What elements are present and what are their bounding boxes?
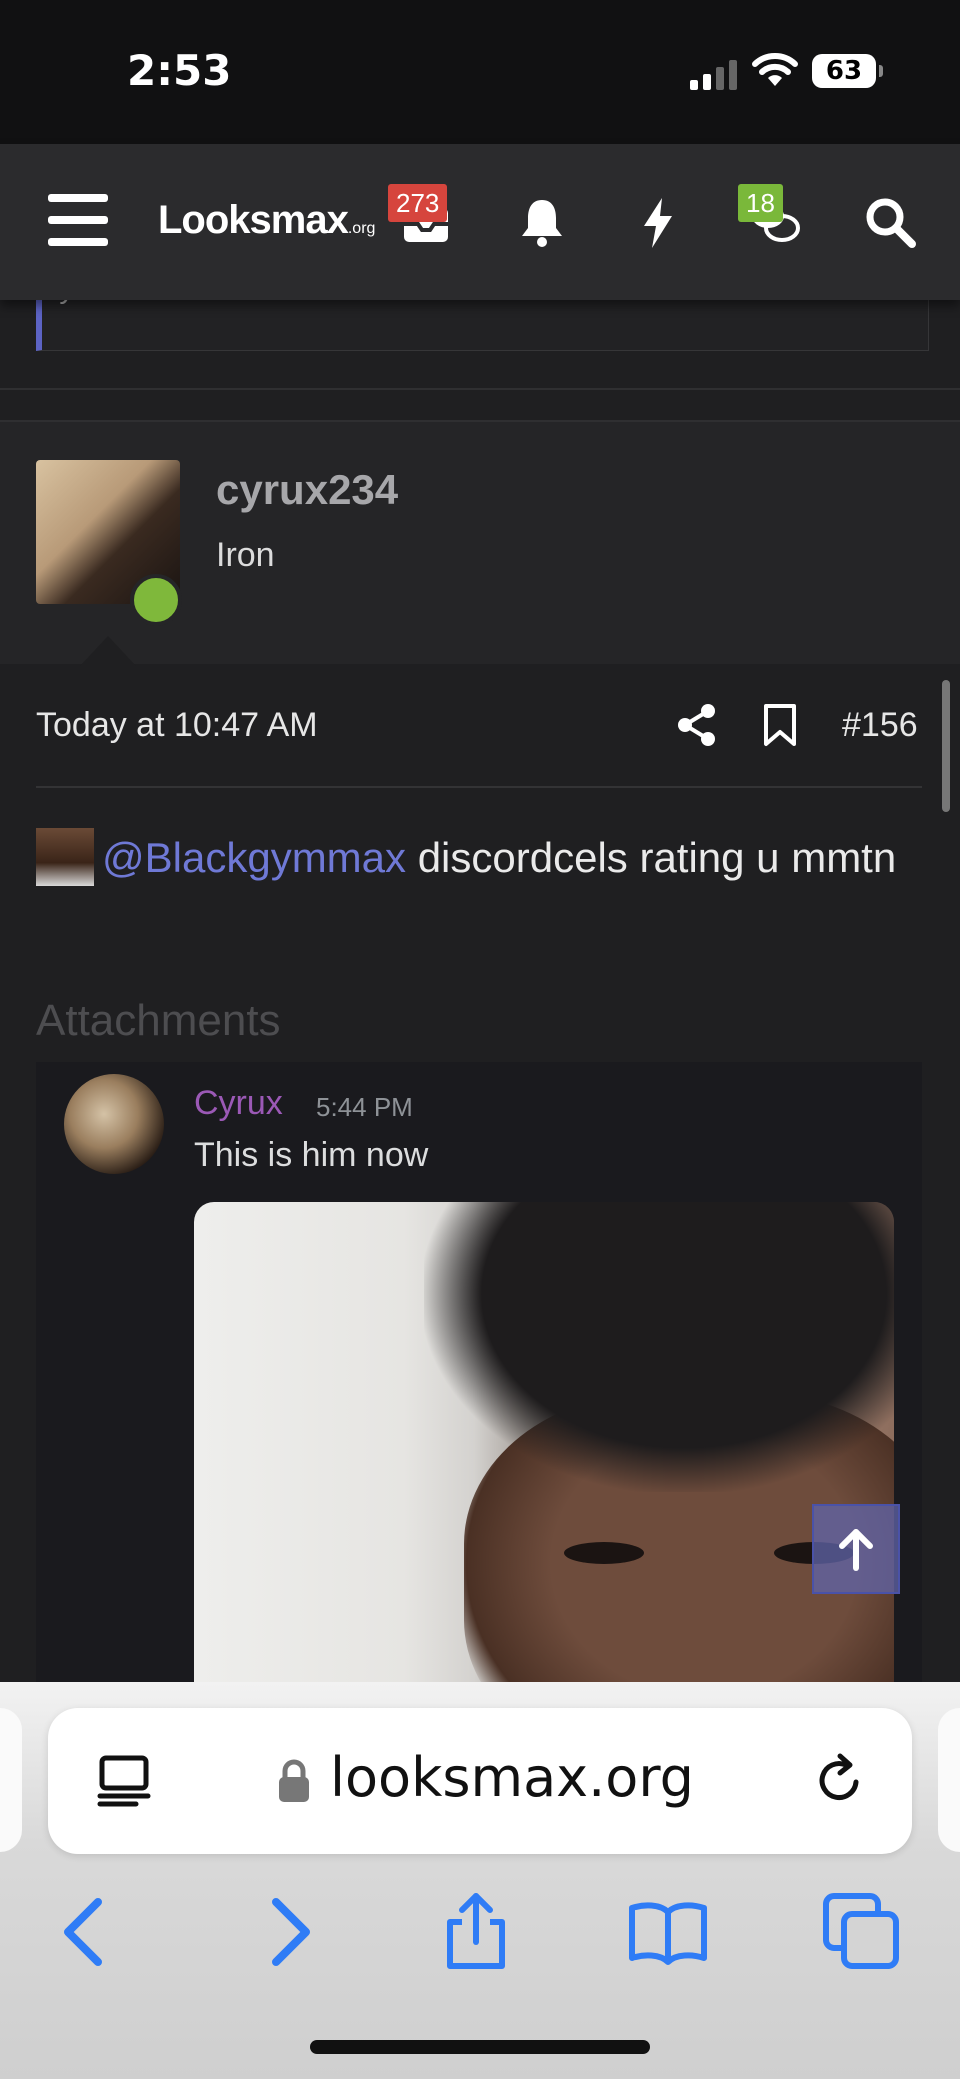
battery-indicator: 63 [812,54,883,88]
attachment-time: 5:44 PM [316,1092,413,1122]
attachment-message: This is him now [194,1136,429,1174]
bookmark-icon[interactable] [760,702,800,748]
status-time: 2:53 [127,46,232,95]
share-icon[interactable] [674,702,720,748]
bookmarks-icon[interactable] [628,1892,708,1972]
next-tab-peek[interactable] [938,1708,960,1852]
user-mention-link[interactable]: @Blackgymmax [102,834,406,881]
reload-icon[interactable] [812,1752,868,1808]
post-username[interactable]: cyrux234 [216,466,398,514]
lightning-icon[interactable] [630,194,686,250]
divider [36,786,922,788]
inbox-badge: 273 [388,184,448,222]
post-body: @Blackgymmax discordcels rating u mmtn [36,826,916,890]
wifi-icon [752,53,798,86]
post-text: discordcels rating u mmtn [406,834,897,881]
attachments-heading: Attachments [36,996,281,1045]
attachment-avatar [64,1074,164,1174]
menu-icon[interactable] [48,194,108,246]
user-block-pointer [80,636,136,666]
bell-icon[interactable] [514,194,570,250]
scrollbar[interactable] [942,680,950,812]
home-indicator[interactable] [310,2040,650,2054]
reader-mode-icon[interactable] [96,1752,152,1808]
cellular-signal-icon [690,60,737,90]
attachment-photo [194,1202,894,1722]
site-logo[interactable]: Looksmax.org [158,198,375,243]
post-date[interactable]: Today at 10:47 AM [36,706,318,745]
site-navbar: Looksmax.org 273 18 [0,144,960,300]
scroll-to-top-button[interactable] [812,1504,900,1594]
search-icon[interactable] [862,194,918,250]
previous-tab-peek[interactable] [0,1708,22,1852]
url-text[interactable]: looksmax.org [330,1746,694,1809]
user-title: Iron [216,536,275,574]
attachment-author: Cyrux [194,1084,283,1122]
status-bar: 2:53 63 [0,0,960,144]
back-icon[interactable] [46,1892,126,1972]
online-status-indicator [130,574,182,626]
lock-icon [279,1759,309,1802]
share-sheet-icon[interactable] [436,1892,516,1972]
divider [0,388,960,390]
post-number[interactable]: #156 [842,706,918,745]
arrow-up-icon [839,1529,873,1571]
tabs-icon[interactable] [822,1892,902,1972]
logo-text: Looksmax [158,198,349,242]
conversations-badge: 18 [738,184,783,222]
logo-suffix: .org [347,220,376,237]
forward-icon[interactable] [248,1892,328,1972]
